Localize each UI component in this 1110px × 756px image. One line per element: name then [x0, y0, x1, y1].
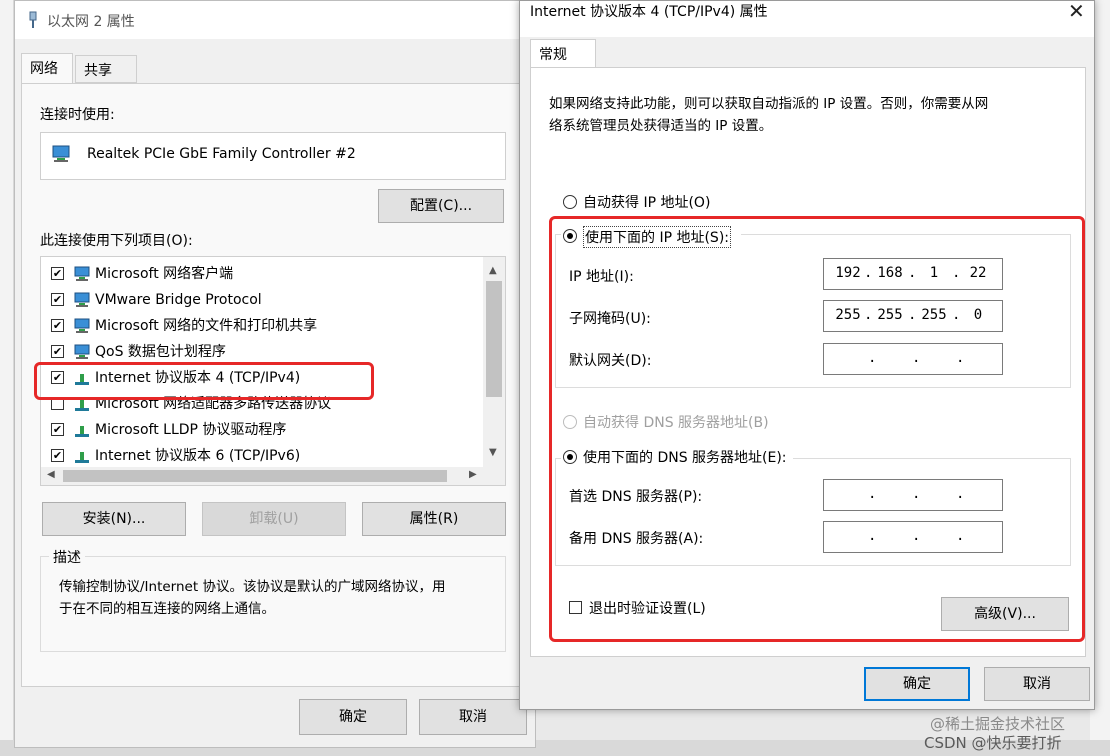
tab-network[interactable]: 网络 — [21, 53, 73, 84]
component-label: Microsoft 网络客户端 — [95, 266, 234, 282]
list-item[interactable]: ✔ VMware Bridge Protocol — [41, 287, 483, 313]
install-button[interactable]: 安装(N)... — [42, 502, 186, 536]
protocol-icon — [75, 426, 89, 437]
cancel-button-ipv4[interactable]: 取消 — [984, 667, 1090, 701]
scroll-left-icon[interactable]: ◀ — [47, 469, 55, 480]
cancel-button[interactable]: 取消 — [419, 699, 527, 735]
description-group: 描述 传输控制协议/Internet 协议。该协议是默认的广域网络协议，用 于在… — [40, 547, 506, 652]
background-window-edge — [0, 0, 14, 756]
intro-text-line2: 络系统管理员处获得适当的 IP 设置。 — [549, 118, 773, 134]
component-label: Microsoft LLDP 协议驱动程序 — [95, 422, 287, 438]
watermark-line1: @稀土掘金技术社区 — [930, 715, 1066, 733]
ok-button[interactable]: 确定 — [299, 699, 407, 735]
scroll-right-icon[interactable]: ▶ — [469, 469, 477, 480]
tab-general[interactable]: 常规 — [530, 39, 596, 68]
horizontal-scrollbar[interactable]: ◀ ▶ — [41, 467, 505, 485]
scroll-up-icon[interactable]: ▲ — [489, 265, 497, 276]
component-label: Internet 协议版本 6 (TCP/IPv6) — [95, 448, 301, 464]
list-item[interactable]: ✔ Microsoft 网络的文件和打印机共享 — [41, 313, 483, 339]
list-item[interactable]: ✔ Microsoft LLDP 协议驱动程序 — [41, 417, 483, 443]
connect-using-label: 连接时使用: — [40, 107, 115, 123]
tab-sharing-label: 共享 — [84, 63, 112, 79]
component-checkbox[interactable]: ✔ — [51, 345, 64, 358]
list-item[interactable]: ✔ Internet 协议版本 6 (TCP/IPv6) — [41, 443, 483, 469]
network-client-icon — [74, 318, 90, 333]
vertical-scrollbar[interactable]: ▲ ▼ — [483, 257, 505, 467]
auto-ip-radio[interactable] — [563, 195, 577, 209]
component-label: Microsoft 网络的文件和打印机共享 — [95, 318, 318, 334]
watermark-line2: CSDN @快乐要打折 — [924, 734, 1062, 752]
properties-button[interactable]: 属性(R) — [362, 502, 506, 536]
adapter-box: Realtek PCIe GbE Family Controller #2 — [40, 132, 506, 180]
description-text-line1: 传输控制协议/Internet 协议。该协议是默认的广域网络协议，用 — [59, 579, 446, 595]
protocol-icon — [75, 452, 89, 463]
component-checkbox[interactable]: ✔ — [51, 449, 64, 462]
component-label: VMware Bridge Protocol — [95, 292, 262, 308]
scroll-down-icon[interactable]: ▼ — [489, 447, 497, 458]
list-item[interactable]: ✔ Microsoft 网络客户端 — [41, 261, 483, 287]
title-bar-ipv4: Internet 协议版本 4 (TCP/IPv4) 属性 ✕ — [520, 0, 1094, 37]
highlight-ipv4-item — [34, 362, 374, 400]
title-bar: 以太网 2 属性 — [15, 1, 535, 39]
close-icon[interactable]: ✕ — [1068, 0, 1085, 23]
network-client-icon — [74, 344, 90, 359]
uninstall-button[interactable]: 卸载(U) — [202, 502, 346, 536]
component-checkbox[interactable]: ✔ — [51, 293, 64, 306]
network-client-icon — [74, 266, 90, 281]
description-label: 描述 — [49, 547, 85, 567]
h-scrollbar-thumb[interactable] — [63, 470, 447, 482]
tab-sharing[interactable]: 共享 — [75, 55, 137, 83]
dialog-title: 以太网 2 属性 — [47, 14, 135, 30]
description-text-line2: 于在不同的相互连接的网络上通信。 — [59, 601, 275, 617]
network-adapter-icon — [52, 145, 70, 162]
highlight-ip-settings — [549, 216, 1085, 642]
tab-general-label: 常规 — [539, 47, 567, 63]
network-plug-icon — [29, 11, 37, 28]
component-checkbox[interactable]: ✔ — [51, 267, 64, 280]
ok-button-ipv4[interactable]: 确定 — [864, 667, 970, 701]
scrollbar-thumb[interactable] — [486, 281, 502, 397]
component-checkbox[interactable]: ✔ — [51, 319, 64, 332]
dialog-title-ipv4: Internet 协议版本 4 (TCP/IPv4) 属性 — [530, 4, 768, 20]
configure-button[interactable]: 配置(C)... — [378, 189, 504, 223]
network-client-icon — [74, 292, 90, 307]
intro-text-line1: 如果网络支持此功能，则可以获取自动指派的 IP 设置。否则，你需要从网 — [549, 96, 989, 112]
tab-network-label: 网络 — [30, 61, 58, 77]
items-label: 此连接使用下列项目(O): — [40, 233, 193, 249]
component-checkbox[interactable]: ✔ — [51, 423, 64, 436]
auto-ip-label: 自动获得 IP 地址(O) — [583, 195, 711, 211]
adapter-name: Realtek PCIe GbE Family Controller #2 — [87, 146, 356, 162]
